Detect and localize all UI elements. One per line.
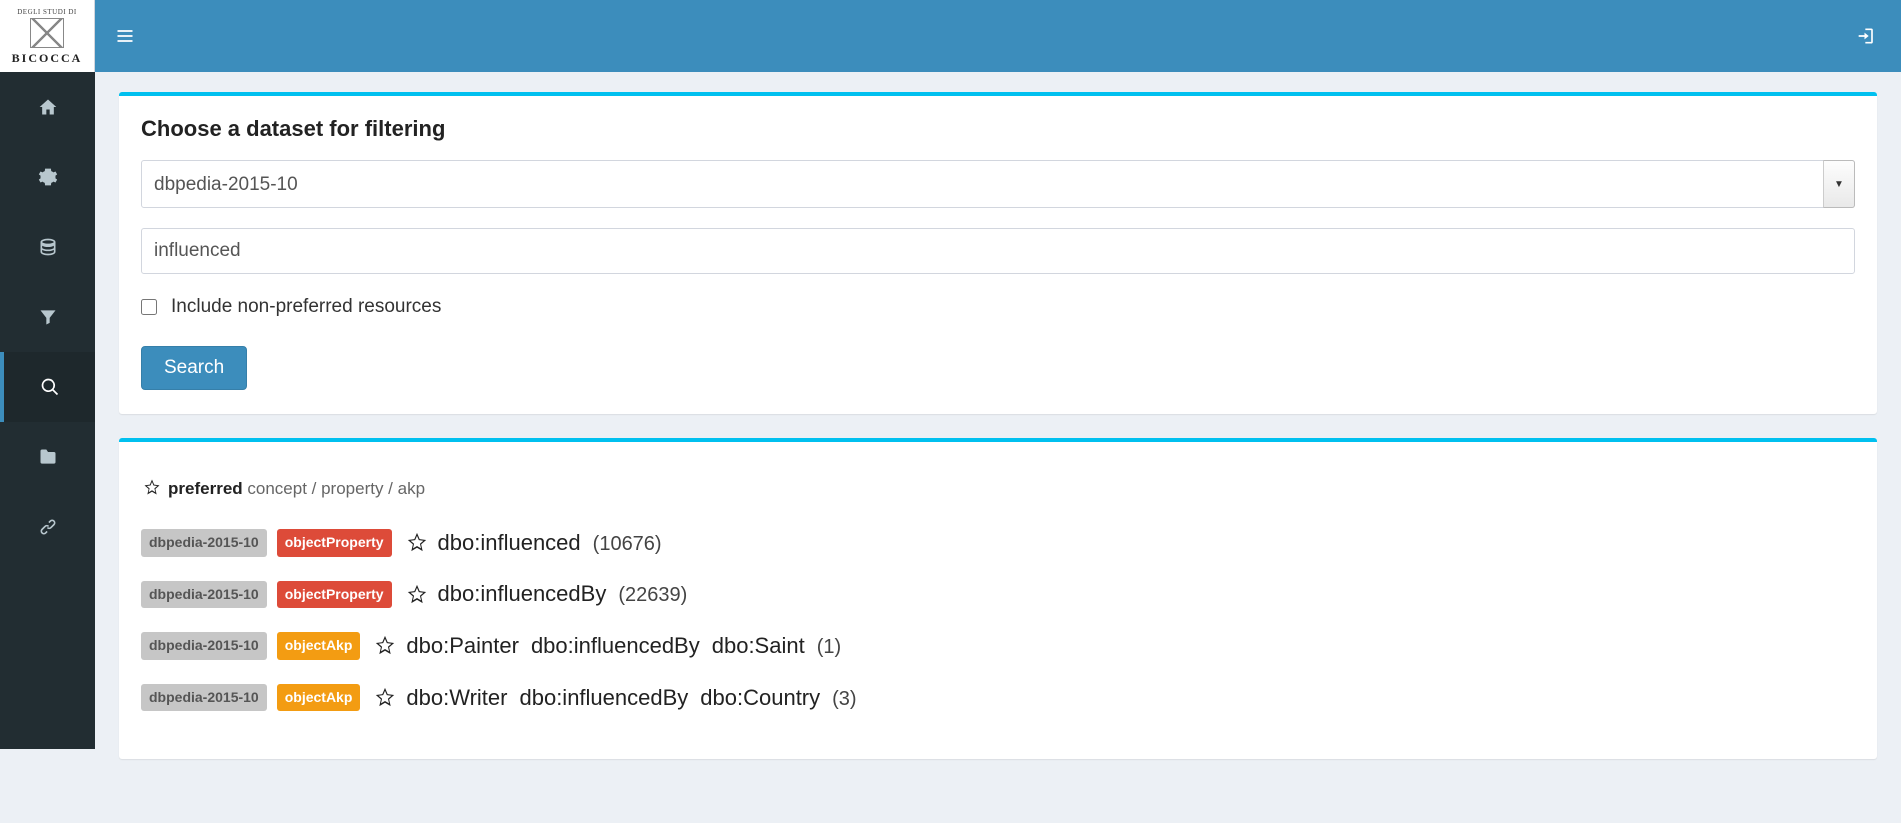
term: dbo:Writer (406, 685, 507, 711)
results-panel: preferred concept / property / akp dbped… (119, 438, 1877, 759)
search-button[interactable]: Search (141, 346, 247, 390)
sidebar-item-filter[interactable] (0, 282, 95, 352)
result-count: (3) (832, 688, 856, 711)
star-outline-icon (143, 478, 166, 498)
top-bar: DEGLI STUDI DI BICOCCA (0, 0, 1901, 72)
term: dbo:influencedBy (531, 633, 700, 659)
sidebar-item-folder[interactable] (0, 422, 95, 492)
logo-content: DEGLI STUDI DI BICOCCA (7, 6, 87, 66)
search-icon (40, 377, 60, 397)
filter-icon (38, 307, 58, 327)
result-row: dbpedia-2015-10 objectAkp dbo:Writer dbo:in… (141, 684, 1855, 712)
filter-panel: Choose a dataset for filtering dbpedia-2… (119, 92, 1877, 414)
sidebar-item-search[interactable] (0, 352, 95, 422)
result-count: (1) (817, 636, 841, 659)
star-outline-icon (406, 583, 428, 605)
term: dbo:influenced (438, 530, 581, 556)
result-row: dbpedia-2015-10 objectAkp dbo:Painter dbo:i… (141, 632, 1855, 660)
db-icon (38, 237, 58, 257)
kind-badge: objectProperty (277, 529, 392, 557)
dataset-select-wrap: dbpedia-2015-10 ▼ (141, 160, 1855, 208)
search-query-input[interactable] (141, 228, 1855, 274)
favourite-star-button[interactable] (406, 531, 428, 554)
dataset-badge: dbpedia-2015-10 (141, 684, 267, 712)
results-legend: preferred concept / property / akp (143, 478, 1855, 499)
filter-panel-title: Choose a dataset for filtering (141, 116, 1855, 142)
cogs-icon (38, 167, 58, 187)
include-nonpreferred-label: Include non-preferred resources (171, 296, 441, 318)
favourite-star-button[interactable] (406, 583, 428, 606)
main-content: Choose a dataset for filtering dbpedia-2… (95, 72, 1901, 823)
sidebar-item-link[interactable] (0, 492, 95, 562)
result-link[interactable]: dbo:influencedBy (22639) (438, 581, 688, 607)
star-outline-icon (406, 531, 428, 553)
star-outline-icon (374, 686, 396, 708)
sidebar (0, 72, 95, 749)
dataset-select[interactable]: dbpedia-2015-10 (141, 160, 1855, 208)
logout-button[interactable] (1833, 0, 1901, 72)
hamburger-button[interactable] (95, 0, 155, 72)
sidebar-item-home[interactable] (0, 72, 95, 142)
include-nonpreferred-row[interactable]: Include non-preferred resources (141, 296, 1855, 318)
logo-bottom-text: BICOCCA (12, 52, 83, 64)
dataset-badge: dbpedia-2015-10 (141, 632, 267, 660)
kind-badge: objectAkp (277, 632, 361, 660)
bars-icon (115, 26, 135, 46)
term: dbo:Painter (406, 633, 519, 659)
link-icon (38, 517, 58, 537)
legend-bold: preferred (168, 479, 243, 498)
result-link[interactable]: dbo:Writer dbo:influencedBy dbo:Country (3) (406, 685, 856, 711)
kind-badge: objectProperty (277, 581, 392, 609)
result-row: dbpedia-2015-10 objectProperty dbo:influen… (141, 529, 1855, 557)
result-count: (10676) (593, 533, 662, 556)
university-logo: DEGLI STUDI DI BICOCCA (0, 0, 95, 72)
term: dbo:Saint (712, 633, 805, 659)
star-outline-icon (374, 634, 396, 656)
favourite-star-button[interactable] (374, 634, 396, 657)
home-icon (38, 97, 58, 117)
result-count: (22639) (618, 584, 687, 607)
legend-rest: concept / property / akp (243, 479, 425, 498)
favourite-star-button[interactable] (374, 686, 396, 709)
sidebar-item-cogs[interactable] (0, 142, 95, 212)
term: dbo:influencedBy (438, 581, 607, 607)
term: dbo:influencedBy (519, 685, 688, 711)
logo-top-text: DEGLI STUDI DI (17, 9, 77, 16)
include-nonpreferred-checkbox[interactable] (141, 299, 157, 315)
term: dbo:Country (700, 685, 820, 711)
dataset-badge: dbpedia-2015-10 (141, 581, 267, 609)
result-link[interactable]: dbo:influenced (10676) (438, 530, 662, 556)
result-row: dbpedia-2015-10 objectProperty dbo:influen… (141, 581, 1855, 609)
kind-badge: objectAkp (277, 684, 361, 712)
folder-icon (38, 447, 58, 467)
dataset-badge: dbpedia-2015-10 (141, 529, 267, 557)
result-link[interactable]: dbo:Painter dbo:influencedBy dbo:Saint (1) (406, 633, 841, 659)
logo-crest-icon (30, 18, 64, 48)
logout-icon (1857, 26, 1877, 46)
sidebar-item-db[interactable] (0, 212, 95, 282)
